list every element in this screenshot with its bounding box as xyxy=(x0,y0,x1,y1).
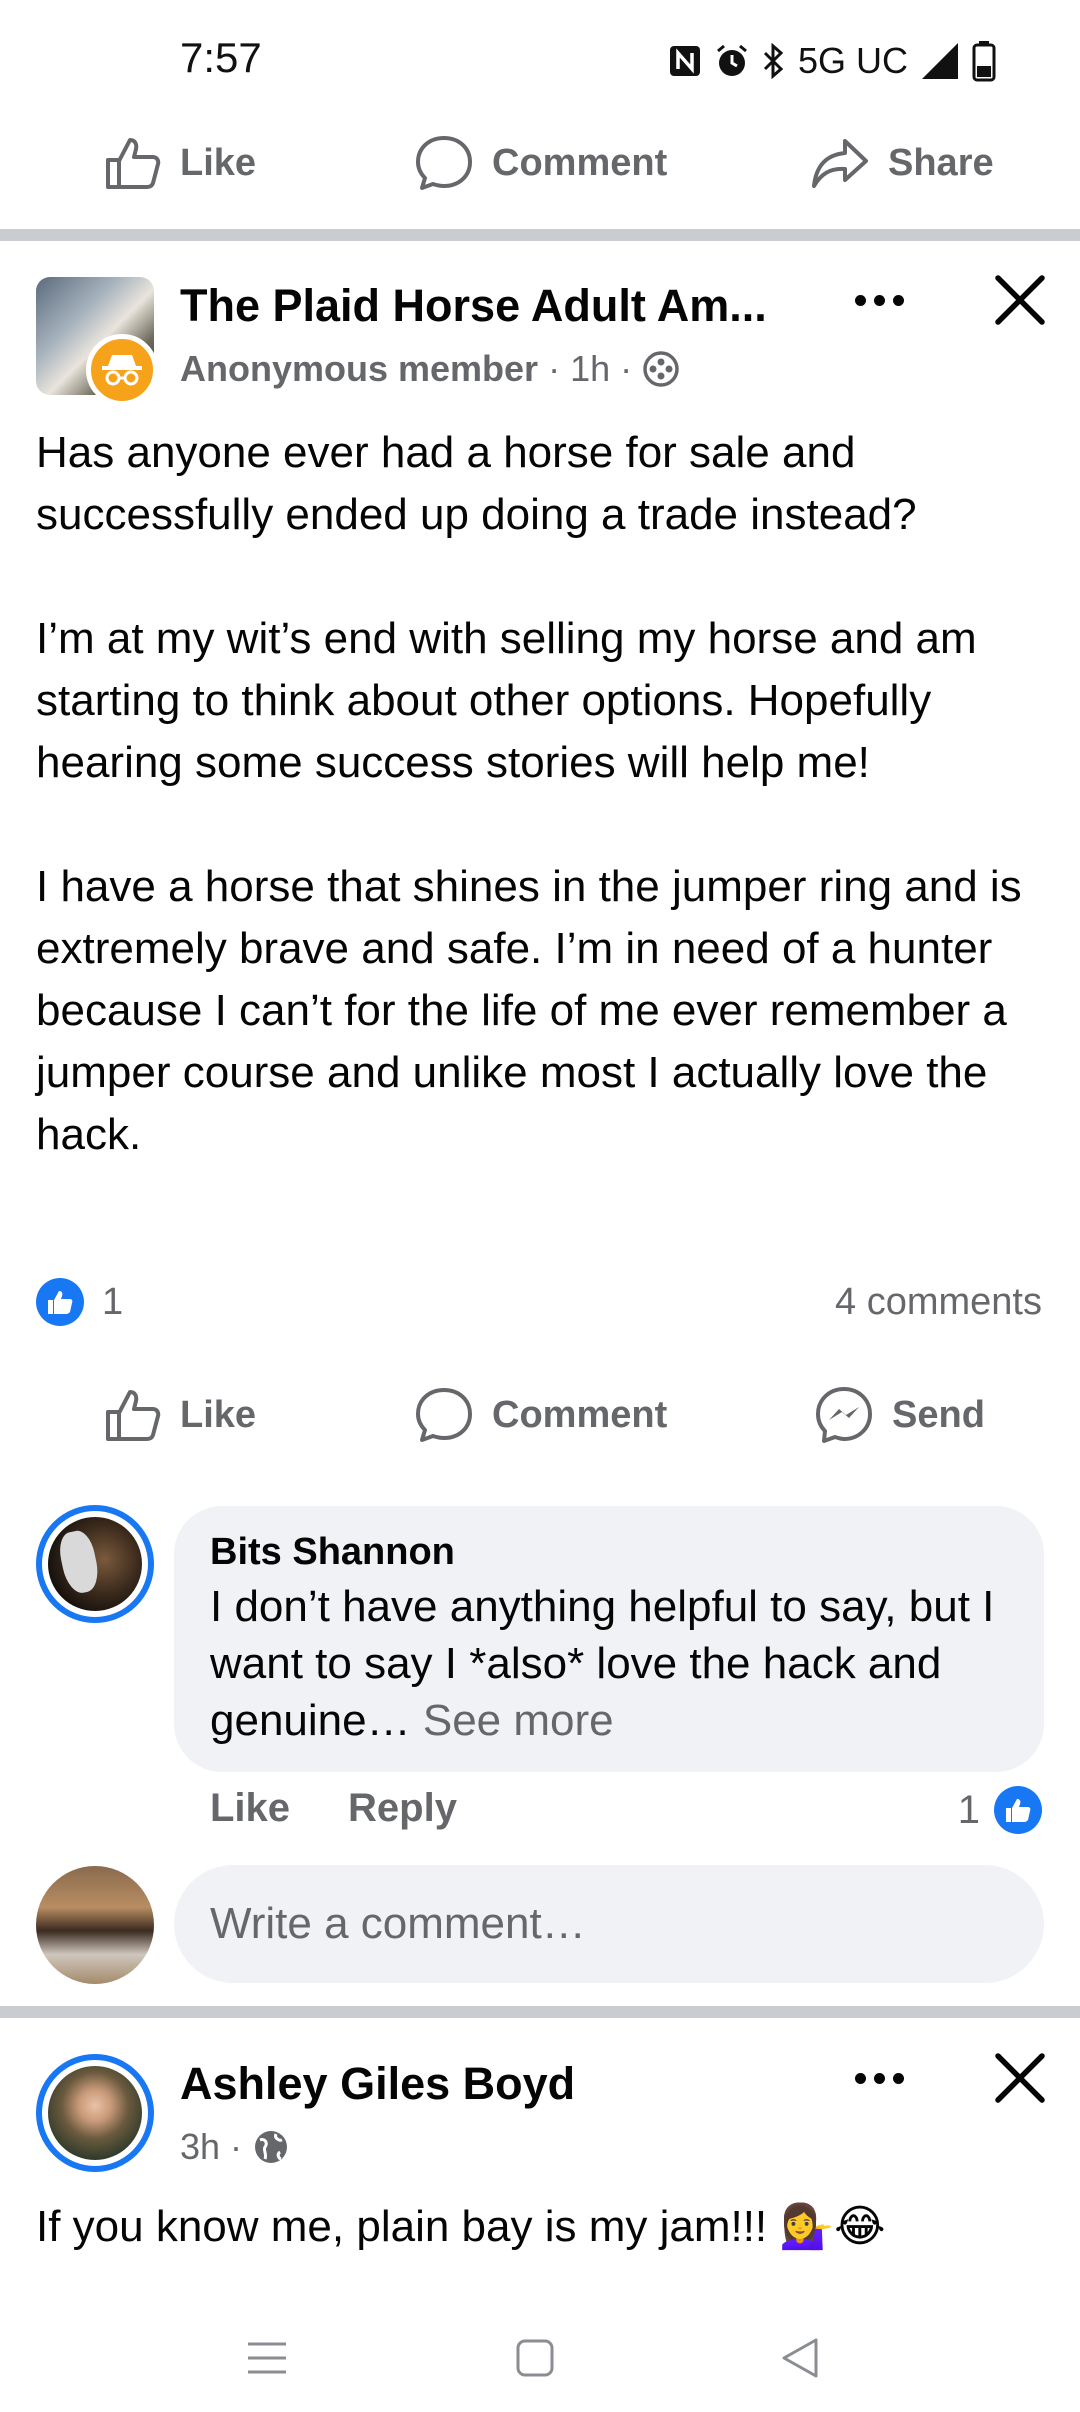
top-comment-label: Comment xyxy=(492,141,668,184)
comment-bubble[interactable]: Bits Shannon I don’t have anything helpf… xyxy=(174,1506,1044,1772)
comment-label: Comment xyxy=(492,1393,668,1436)
post-paragraph: I’m at my wit’s end with selling my hors… xyxy=(36,614,977,787)
comment-like-button[interactable]: Like xyxy=(210,1786,290,1831)
post2-more-button[interactable] xyxy=(844,2058,914,2098)
post-divider xyxy=(0,229,1080,241)
like-icon xyxy=(106,1390,161,1441)
reaction-count: 1 xyxy=(102,1280,124,1323)
bluetooth-icon xyxy=(763,43,784,79)
meta-separator: · xyxy=(230,2126,243,2167)
dot-icon xyxy=(892,294,904,306)
post-time[interactable]: 1h xyxy=(570,348,610,390)
like-reaction-icon xyxy=(994,1786,1042,1834)
comments-count[interactable]: 4 comments xyxy=(835,1281,1042,1324)
back-triangle-icon xyxy=(782,2338,818,2378)
comment-text: I don’t have anything helpful to say, bu… xyxy=(210,1578,1008,1749)
comment-actions: Like Reply xyxy=(210,1786,457,1831)
commenter-name[interactable]: Bits Shannon xyxy=(210,1526,1008,1578)
post-body: Has anyone ever had a horse for sale and… xyxy=(36,422,1046,1166)
top-share-label: Share xyxy=(888,141,994,184)
menu-icon xyxy=(248,2342,286,2374)
comment-reactions[interactable]: 1 xyxy=(958,1786,1042,1834)
close-icon[interactable] xyxy=(990,270,1050,330)
incognito-icon xyxy=(102,355,142,386)
nfc-icon xyxy=(669,46,700,76)
group-privacy-icon xyxy=(643,351,679,387)
globe-icon xyxy=(255,2131,288,2163)
write-comment-input[interactable]: Write a comment… xyxy=(174,1865,1044,1983)
like-button[interactable]: Like xyxy=(104,1360,256,1470)
post-paragraph: Has anyone ever had a horse for sale and… xyxy=(36,428,917,539)
dot-icon xyxy=(854,294,866,306)
comment-icon xyxy=(416,1388,472,1442)
status-icons: 5G UC xyxy=(668,36,996,86)
post2-time[interactable]: 3h xyxy=(180,2126,220,2168)
status-time: 7:57 xyxy=(180,34,262,81)
anonymous-badge xyxy=(86,334,158,406)
current-user-avatar xyxy=(36,1866,154,1984)
messenger-icon xyxy=(816,1387,872,1443)
dot-icon xyxy=(892,2072,904,2084)
send-label: Send xyxy=(892,1393,985,1436)
post-meta: Anonymous member · 1h · xyxy=(180,348,680,390)
recents-button[interactable] xyxy=(237,2328,297,2388)
author-avatar[interactable] xyxy=(36,2054,154,2172)
post-author[interactable]: Anonymous member xyxy=(180,348,538,390)
system-navigation-bar xyxy=(0,2300,1080,2412)
dot-icon xyxy=(854,2072,866,2084)
close-icon[interactable] xyxy=(990,2048,1050,2108)
like-reaction-icon xyxy=(36,1278,84,1326)
top-like-button[interactable]: Like xyxy=(104,108,256,218)
comment-icon xyxy=(416,136,472,190)
group-name[interactable]: The Plaid Horse Adult Am... xyxy=(180,280,767,332)
post2-author[interactable]: Ashley Giles Boyd xyxy=(180,2058,575,2110)
meta-separator: · xyxy=(620,348,633,389)
post-action-bar: Like Comment Send xyxy=(0,1360,1080,1470)
top-comment-button[interactable]: Comment xyxy=(414,108,667,218)
battery-icon xyxy=(972,41,996,82)
post2-meta: 3h · xyxy=(180,2126,290,2168)
like-icon xyxy=(106,138,161,189)
commenter-avatar[interactable] xyxy=(36,1505,154,1623)
post2-text: If you know me, plain bay is my jam!!! 💁… xyxy=(36,2202,886,2251)
see-more-link[interactable]: See more xyxy=(423,1696,614,1745)
meta-separator: · xyxy=(548,348,561,389)
top-action-bar: Like Comment Share xyxy=(0,108,1080,218)
post-paragraph: I have a horse that shines in the jumper… xyxy=(36,862,1022,1159)
dot-icon xyxy=(873,294,885,306)
like-label: Like xyxy=(180,1393,257,1436)
back-button[interactable] xyxy=(770,2328,830,2388)
comment-button[interactable]: Comment xyxy=(414,1360,667,1470)
dot-icon xyxy=(873,2072,885,2084)
signal-icon xyxy=(922,43,958,79)
comment-reply-button[interactable]: Reply xyxy=(348,1786,457,1831)
home-square-icon xyxy=(516,2339,554,2377)
reaction-summary[interactable]: 1 xyxy=(36,1278,123,1326)
alarm-icon xyxy=(717,44,747,76)
post-more-button[interactable] xyxy=(844,280,914,320)
share-icon xyxy=(812,139,868,188)
network-label: 5G UC xyxy=(797,40,908,81)
send-button[interactable]: Send xyxy=(814,1360,985,1470)
comment-reaction-count: 1 xyxy=(957,1787,980,1832)
top-like-label: Like xyxy=(180,141,257,184)
post-divider xyxy=(0,2006,1080,2018)
top-share-button[interactable]: Share xyxy=(810,108,994,218)
home-button[interactable] xyxy=(505,2328,565,2388)
